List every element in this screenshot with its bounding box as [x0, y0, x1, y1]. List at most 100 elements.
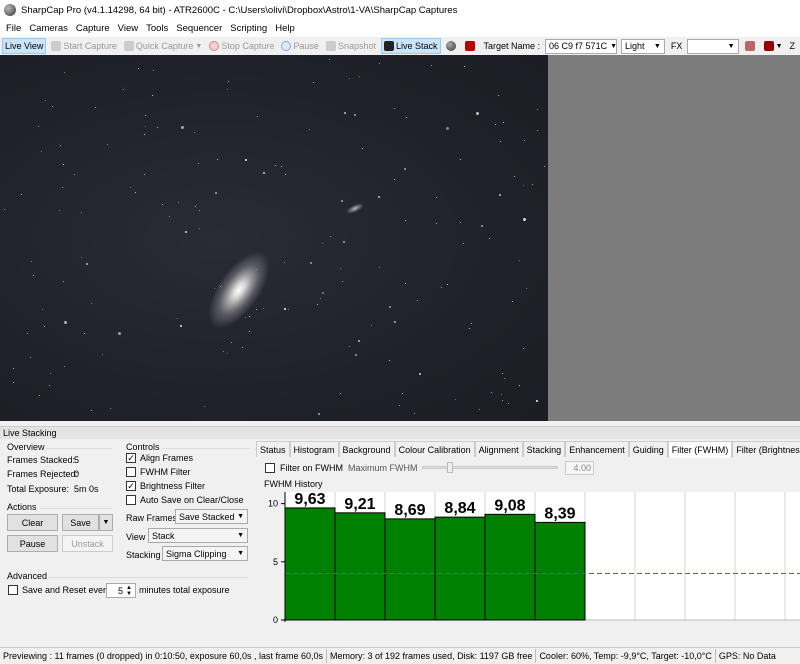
star	[536, 400, 538, 402]
star	[524, 140, 525, 141]
live-stack-button[interactable]: Live Stack	[380, 38, 441, 54]
star	[281, 166, 282, 167]
snapshot-button[interactable]: Snapshot	[324, 38, 378, 54]
overlay-button[interactable]: ▼	[762, 38, 785, 54]
star	[162, 204, 163, 205]
tab-filter-fwhm[interactable]: Filter (FWHM)	[667, 441, 733, 458]
star	[217, 159, 218, 160]
chevron-down-icon: ▼	[237, 550, 244, 557]
star	[180, 325, 182, 327]
save-button[interactable]: Save	[62, 514, 99, 531]
live-image-view[interactable]	[0, 55, 548, 421]
unstack-button[interactable]: Unstack	[62, 535, 113, 552]
tab-alignment[interactable]: Alignment	[474, 441, 523, 457]
menu-file[interactable]: File	[2, 23, 25, 34]
overlay-icon	[763, 41, 774, 51]
menu-sequencer[interactable]: Sequencer	[172, 23, 226, 34]
fwhm-bar	[284, 507, 336, 621]
tab-enhancement[interactable]: Enhancement	[565, 441, 629, 457]
menu-help[interactable]: Help	[271, 23, 299, 34]
menu-scripting[interactable]: Scripting	[226, 23, 271, 34]
view-select[interactable]: Stack ▼	[148, 528, 248, 543]
align-frames-label: Align Frames	[140, 453, 194, 463]
star	[329, 59, 330, 60]
save-dropdown-button[interactable]: ▼	[99, 514, 113, 531]
pause-icon	[281, 41, 292, 51]
fwhm-bar	[534, 521, 586, 621]
menu-cameras[interactable]: Cameras	[25, 23, 72, 34]
stacking-select[interactable]: Sigma Clipping ▼	[162, 546, 248, 561]
brightness-filter-checkbox[interactable]: ✓	[126, 481, 136, 491]
live-view-button[interactable]: Live View	[2, 38, 47, 54]
chevron-down-icon: ▼	[195, 42, 203, 50]
fx-select[interactable]: ▼	[687, 38, 739, 54]
menu-capture[interactable]: Capture	[72, 23, 114, 34]
status-cooler: Cooler: 60%, Temp: -9,9°C, Target: -10,0…	[536, 649, 716, 663]
star	[519, 385, 520, 386]
star	[249, 331, 250, 332]
star	[419, 373, 421, 375]
fwhm-bar	[384, 518, 436, 621]
reticle-button[interactable]	[743, 38, 759, 54]
star	[49, 385, 50, 386]
snapshot-label: Snapshot	[337, 41, 376, 51]
star	[42, 309, 43, 310]
status-bar: Previewing : 11 frames (0 dropped) in 0:…	[0, 647, 800, 664]
star	[500, 141, 501, 142]
tab-colour-calibration[interactable]: Colour Calibration	[394, 441, 475, 457]
camera-quick-icon	[123, 41, 134, 51]
pause-button[interactable]: Pause	[279, 38, 321, 54]
save-reset-stepper[interactable]: 5 ▲ ▼	[106, 583, 136, 598]
tab-stacking[interactable]: Stacking	[522, 441, 566, 457]
live-view-label: Live View	[5, 41, 44, 51]
star	[249, 316, 250, 317]
max-fwhm-input[interactable]: 4.00	[565, 461, 594, 475]
menu-view[interactable]: View	[114, 23, 142, 34]
star	[502, 400, 503, 401]
quick-capture-button[interactable]: Quick Capture ▼	[122, 38, 204, 54]
histogram-tool-button[interactable]	[463, 38, 479, 54]
star	[110, 408, 111, 409]
max-fwhm-slider[interactable]	[422, 462, 558, 473]
star	[198, 163, 199, 164]
star	[145, 115, 146, 116]
star	[436, 223, 437, 224]
tab-guiding[interactable]: Guiding	[628, 441, 668, 457]
advanced-heading: Advanced	[7, 571, 48, 581]
star	[118, 332, 121, 335]
star	[460, 159, 461, 160]
tab-strip: Status Histogram Background Colour Calib…	[256, 441, 800, 458]
star	[284, 308, 286, 310]
tab-status[interactable]: Status	[256, 441, 290, 457]
tab-filter-brightness[interactable]: Filter (Brightness)	[732, 441, 800, 457]
star	[523, 348, 524, 349]
start-capture-button[interactable]: Start Capture	[49, 38, 119, 54]
star	[4, 209, 5, 210]
fwhm-bar	[334, 512, 386, 621]
live-stack-icon	[383, 41, 394, 51]
pause-stack-button[interactable]: Pause	[7, 535, 58, 552]
menu-tools[interactable]: Tools	[142, 23, 172, 34]
stop-capture-button[interactable]: Stop Capture	[207, 38, 276, 54]
tab-histogram[interactable]: Histogram	[289, 441, 339, 457]
star	[91, 303, 92, 304]
star	[41, 151, 42, 152]
save-reset-checkbox[interactable]	[8, 585, 18, 595]
star	[402, 393, 403, 394]
target-name-combo[interactable]: 06 C9 f7 571C ▼	[545, 38, 618, 54]
moon-tool-button[interactable]	[444, 38, 460, 54]
tab-background[interactable]: Background	[338, 441, 395, 457]
slider-handle[interactable]	[447, 462, 453, 473]
clear-button[interactable]: Clear	[7, 514, 58, 531]
star	[177, 318, 178, 319]
auto-save-checkbox[interactable]	[126, 495, 136, 505]
raw-frames-select[interactable]: Save Stacked ▼	[175, 509, 248, 524]
quick-capture-label: Quick Capture	[135, 41, 194, 51]
filter-on-fwhm-checkbox[interactable]	[265, 463, 275, 473]
star	[460, 222, 461, 223]
total-exposure-value: 5m 0s	[74, 484, 99, 494]
align-frames-checkbox[interactable]: ✓	[126, 453, 136, 463]
star	[13, 368, 14, 369]
fwhm-filter-checkbox[interactable]	[126, 467, 136, 477]
frame-type-select[interactable]: Light ▼	[621, 38, 665, 54]
